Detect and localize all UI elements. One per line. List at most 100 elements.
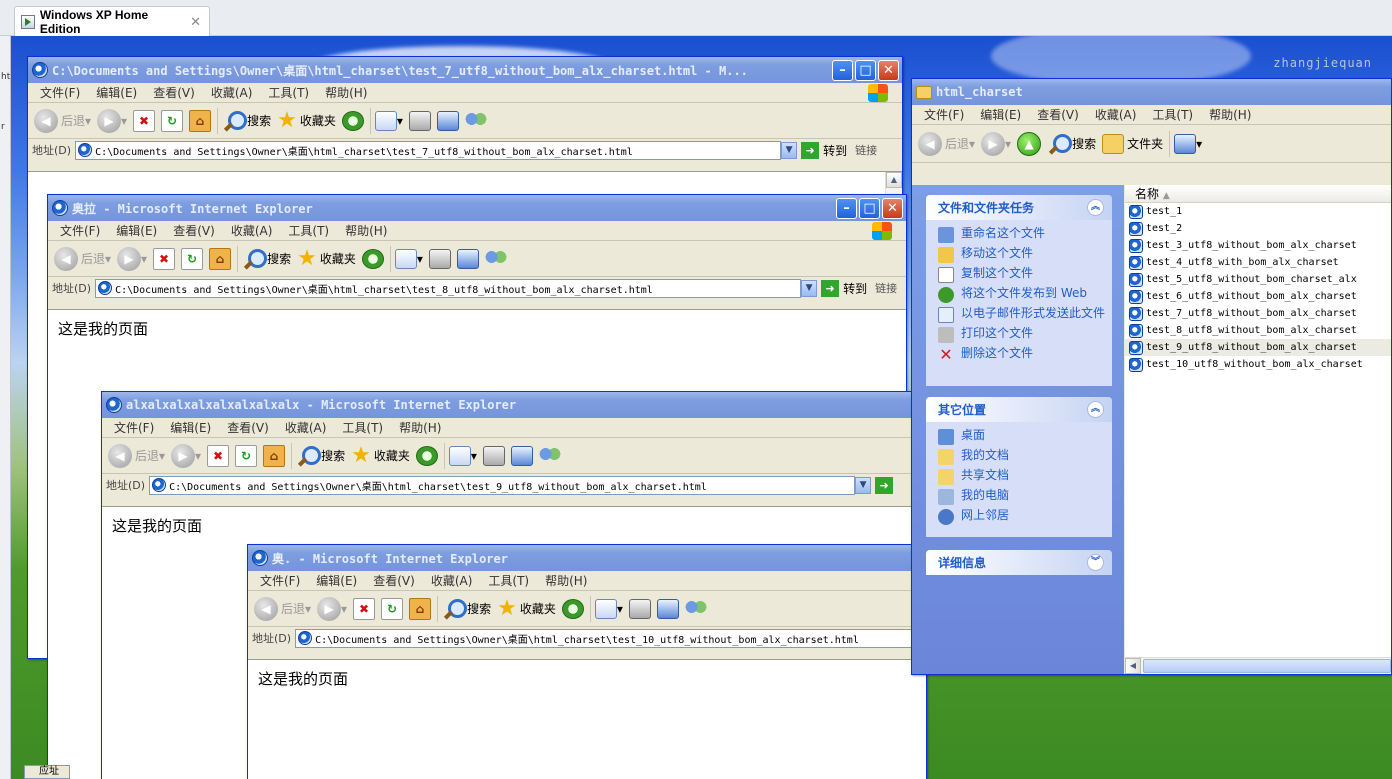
title-bar[interactable]: 奥拉 - Microsoft Internet Explorer – □ ✕ (48, 195, 906, 221)
ie-window-test10[interactable]: 奥. - Microsoft Internet Explorer 文件(F) 编… (247, 544, 927, 779)
stop-button[interactable]: ✖ (133, 109, 156, 132)
task-move[interactable]: 移动这个文件 (938, 247, 1112, 263)
back-button[interactable]: ◀ 后退 ▾ (918, 131, 975, 156)
edit-button[interactable] (456, 248, 479, 269)
menu-favorites[interactable]: 收藏(A) (231, 222, 273, 239)
links-button[interactable]: 链接 (855, 142, 877, 158)
print-button[interactable] (408, 110, 431, 131)
file-item[interactable]: test_2 (1125, 220, 1391, 237)
search-button[interactable]: 搜索 (222, 110, 271, 132)
scroll-up-icon[interactable]: ▲ (886, 172, 902, 188)
menu-view[interactable]: 查看(V) (1037, 106, 1079, 123)
minimize-button[interactable]: – (836, 197, 857, 219)
minimize-button[interactable]: – (832, 59, 853, 81)
menu-tools[interactable]: 工具(T) (342, 419, 383, 436)
mail-button[interactable]: ▾ (594, 598, 623, 619)
file-item[interactable]: test_8_utf8_without_bom_alx_charset (1125, 322, 1391, 339)
file-item[interactable]: test_5_utf8_without_bom_charset_alx (1125, 271, 1391, 288)
panel-header[interactable]: 文件和文件夹任务 ︽ (926, 195, 1112, 220)
address-input[interactable]: C:\Documents and Settings\Owner\桌面\html_… (295, 628, 926, 648)
search-button[interactable]: 搜索 (242, 248, 291, 270)
collapse-icon[interactable]: ︽ (1087, 401, 1104, 418)
file-item[interactable]: test_9_utf8_without_bom_alx_charset (1125, 339, 1391, 356)
menu-file[interactable]: 文件(F) (924, 106, 964, 123)
favorites-button[interactable]: ★ 收藏夹 (297, 247, 356, 270)
file-item[interactable]: test_4_utf8_with_bom_alx_charset (1125, 254, 1391, 271)
stop-button[interactable]: ✖ (353, 597, 376, 620)
messenger-button[interactable] (684, 598, 707, 619)
task-print[interactable]: 打印这个文件 (938, 327, 1112, 343)
mail-button[interactable]: ▾ (374, 110, 403, 131)
views-button[interactable]: ▾ (1174, 133, 1202, 154)
menu-favorites[interactable]: 收藏(A) (431, 572, 473, 589)
history-button[interactable] (415, 445, 438, 466)
address-dropdown[interactable]: ▼ (801, 279, 818, 297)
search-button[interactable]: 搜索 (1047, 133, 1096, 155)
horizontal-scrollbar[interactable]: ◀ (1125, 657, 1391, 674)
place-my-documents[interactable]: 我的文档 (938, 449, 1112, 465)
menu-edit[interactable]: 编辑(E) (170, 419, 211, 436)
home-button[interactable]: ⌂ (189, 109, 212, 132)
print-button[interactable] (628, 598, 651, 619)
address-input[interactable]: C:\Documents and Settings\Owner\桌面\html_… (95, 278, 802, 298)
task-email[interactable]: 以电子邮件形式发送此文件 (938, 307, 1112, 323)
address-dropdown[interactable]: ▼ (855, 476, 872, 494)
mail-button[interactable]: ▾ (448, 445, 477, 466)
menu-edit[interactable]: 编辑(E) (116, 222, 157, 239)
address-dropdown[interactable]: ▼ (781, 141, 798, 159)
messenger-button[interactable] (538, 445, 561, 466)
forward-button[interactable]: ▶ ▾ (317, 596, 347, 621)
menu-help[interactable]: 帮助(H) (325, 84, 367, 101)
menu-tools[interactable]: 工具(T) (268, 84, 309, 101)
menu-file[interactable]: 文件(F) (40, 84, 80, 101)
folders-button[interactable]: 文件夹 (1102, 133, 1163, 154)
collapse-icon[interactable]: ︽ (1087, 199, 1104, 216)
scroll-thumb[interactable] (1143, 659, 1391, 673)
forward-button[interactable]: ▶ ▾ (97, 108, 127, 133)
history-button[interactable] (561, 598, 584, 619)
title-bar[interactable]: html_charset (912, 79, 1391, 105)
menu-tools[interactable]: 工具(T) (288, 222, 329, 239)
place-desktop[interactable]: 桌面 (938, 429, 1112, 445)
menu-edit[interactable]: 编辑(E) (96, 84, 137, 101)
back-button[interactable]: ◀ 后退 ▾ (34, 108, 91, 133)
menu-view[interactable]: 查看(V) (373, 572, 415, 589)
menu-view[interactable]: 查看(V) (227, 419, 269, 436)
menu-edit[interactable]: 编辑(E) (316, 572, 357, 589)
go-button[interactable]: ➜ (875, 476, 897, 494)
back-button[interactable]: ◀ 后退 ▾ (254, 596, 311, 621)
expand-icon[interactable]: ︾ (1087, 554, 1104, 571)
taskbar-stub[interactable]: 应址 (24, 765, 70, 779)
home-button[interactable]: ⌂ (263, 444, 286, 467)
title-bar[interactable]: 奥. - Microsoft Internet Explorer (248, 545, 926, 571)
history-button[interactable] (361, 248, 384, 269)
refresh-button[interactable]: ↻ (381, 597, 404, 620)
menu-favorites[interactable]: 收藏(A) (1095, 106, 1137, 123)
refresh-button[interactable]: ↻ (181, 247, 204, 270)
close-icon[interactable]: ✕ (190, 14, 201, 30)
history-button[interactable] (341, 110, 364, 131)
menu-tools[interactable]: 工具(T) (488, 572, 529, 589)
edit-button[interactable] (656, 598, 679, 619)
messenger-button[interactable] (464, 110, 487, 131)
menu-help[interactable]: 帮助(H) (545, 572, 587, 589)
file-item[interactable]: test_10_utf8_without_bom_alx_charset (1125, 356, 1391, 373)
forward-button[interactable]: ▶ ▾ (981, 131, 1011, 156)
menu-view[interactable]: 查看(V) (153, 84, 195, 101)
menu-view[interactable]: 查看(V) (173, 222, 215, 239)
menu-help[interactable]: 帮助(H) (1209, 106, 1251, 123)
panel-header[interactable]: 详细信息 ︾ (926, 550, 1112, 575)
stop-button[interactable]: ✖ (153, 247, 176, 270)
go-button[interactable]: ➜ 转到 (821, 279, 867, 297)
menu-help[interactable]: 帮助(H) (345, 222, 387, 239)
back-button[interactable]: ◀ 后退 ▾ (108, 443, 165, 468)
favorites-button[interactable]: ★ 收藏夹 (497, 597, 556, 620)
menu-file[interactable]: 文件(F) (60, 222, 100, 239)
up-button[interactable]: ▲ (1017, 131, 1042, 156)
host-tab-windows-xp[interactable]: Windows XP Home Edition ✕ (14, 6, 210, 36)
search-button[interactable]: 搜索 (296, 445, 345, 467)
task-publish-web[interactable]: 将这个文件发布到 Web (938, 287, 1112, 303)
stop-button[interactable]: ✖ (207, 444, 230, 467)
maximize-button[interactable]: □ (855, 59, 876, 81)
place-my-computer[interactable]: 我的电脑 (938, 489, 1112, 505)
